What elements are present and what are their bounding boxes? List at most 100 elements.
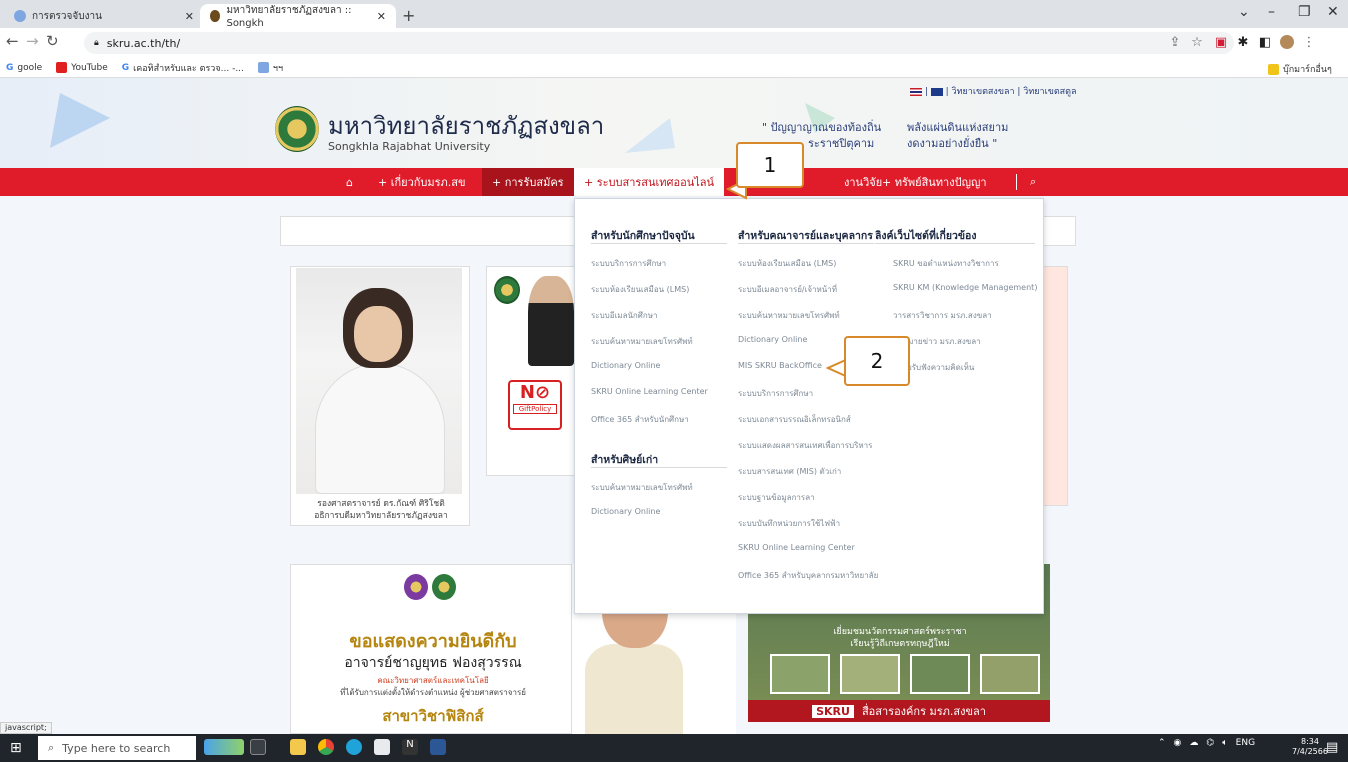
maximize-icon[interactable]: ❐ <box>1298 4 1311 20</box>
browser-tab-active[interactable]: มหาวิทยาลัยราชภัฏสงขลา :: Songkh ✕ <box>200 4 396 29</box>
extensions-puzzle-icon[interactable]: ✱ <box>1234 33 1252 51</box>
dropdown-link[interactable]: ระบบเอกสารบรรณอิเล็กทรอนิกส์ <box>738 413 851 426</box>
nav-home[interactable]: ⌂ <box>336 168 363 196</box>
dropdown-link[interactable]: ระบบอีเมลอาจารย์/เจ้าหน้าที่ <box>738 283 837 296</box>
nav-about[interactable]: + เกี่ยวกับมรภ.สข <box>368 168 476 196</box>
dropdown-link[interactable]: ระบบฐานข้อมูลการลา <box>738 491 815 504</box>
dropdown-link[interactable]: ระบบอีเมลนักศึกษา <box>591 309 657 322</box>
tab-close-icon[interactable]: ✕ <box>185 10 194 23</box>
file-explorer-icon[interactable] <box>290 739 306 755</box>
widget-icon[interactable] <box>204 739 244 755</box>
callout-2: 2 <box>844 336 910 386</box>
dropdown-link[interactable]: SKRU ขอตำแหน่งทางวิชาการ <box>893 257 999 270</box>
chrome-icon[interactable] <box>318 739 334 755</box>
dropdown-link[interactable]: ระบบค้นหาหมายเลขโทรศัพท์ <box>591 335 693 348</box>
dropdown-link[interactable]: ระบบบริการการศึกษา <box>591 257 666 270</box>
home-icon: ⌂ <box>346 175 353 189</box>
browser-tab[interactable]: การตรวจจับงาน ✕ <box>4 4 204 28</box>
dropdown-link[interactable]: ระบบห้องเรียนเสมือน (LMS) <box>738 257 836 270</box>
dropdown-link[interactable]: ระบบค้นหาหมายเลขโทรศัพท์ <box>591 481 693 494</box>
dropdown-link[interactable]: ระบบบันทึกหน่วยการใช้ไฟฟ้า <box>738 517 840 530</box>
dropdown-link[interactable]: วารสารวิชาการ มรภ.สงขลา <box>893 309 992 322</box>
banner-photo-thumb <box>770 654 830 694</box>
volume-icon[interactable]: 🔈︎ <box>1222 738 1227 748</box>
onedrive-icon[interactable]: ☁ <box>1189 738 1198 748</box>
callout-1: 1 <box>736 142 804 188</box>
dropdown-link[interactable]: Dictionary Online <box>591 507 660 516</box>
nav-admission[interactable]: + การรับสมัคร <box>482 168 574 196</box>
share-icon[interactable]: ⇪ <box>1166 33 1184 51</box>
site-favicon-icon <box>257 62 269 73</box>
menu-kebab-icon[interactable]: ⋮ <box>1300 33 1318 51</box>
wifi-icon[interactable]: ⌬ <box>1206 738 1214 748</box>
bookmark-item[interactable]: Ggoole <box>6 63 42 73</box>
column-divider <box>738 243 874 244</box>
banner-agri-footer: SKRU สื่อสารองค์กร มรภ.สงขลา <box>748 700 1050 722</box>
forward-icon[interactable]: → <box>26 32 39 50</box>
word-icon[interactable] <box>430 739 446 755</box>
dropdown-link[interactable]: ระบบแสดงผลสารสนเทศเพื่อการบริหาร <box>738 439 872 452</box>
web-page: | | วิทยาเขตสงขลา | วิทยาเขตสตูล มหาวิทย… <box>0 78 1348 734</box>
sidepanel-icon[interactable]: ◧ <box>1256 33 1274 51</box>
bookmarks-bar: Ggoole YouTube G เคอทิสำหรับและ ตรวจ... -… <box>0 58 1348 78</box>
back-icon[interactable]: ← <box>6 32 19 50</box>
tab-close-icon[interactable]: ✕ <box>377 10 386 23</box>
banner-appointment: ที่ได้รับการแต่งตั้งให้ดำรงตำแหน่ง ผู้ช่… <box>340 688 526 697</box>
status-url: javascript; <box>0 722 52 734</box>
lock-icon: 🔒︎ <box>94 38 99 48</box>
dropdown-link[interactable]: Office 365 สำหรับนักศึกษา <box>591 413 689 426</box>
bookmark-item[interactable]: YouTube <box>56 62 108 73</box>
nav-intellectual-property[interactable]: + ทรัพย์สินทางปัญญา <box>872 168 997 196</box>
notifications-icon[interactable]: ▤ <box>1326 740 1338 755</box>
network-icon[interactable]: ◉ <box>1174 738 1182 748</box>
reload-icon[interactable]: ↻ <box>46 32 59 50</box>
bookmark-item[interactable]: ฯฯ <box>257 61 283 75</box>
dropdown-link[interactable]: ระบบค้นหาหมายเลขโทรศัพท์ <box>738 309 840 322</box>
dropdown-link[interactable]: ระบบสารสนเทศ (MIS) ตัวเก่า <box>738 465 841 478</box>
tab-search-icon[interactable]: ⌄ <box>1238 4 1250 20</box>
dropdown-link[interactable]: SKRU Online Learning Center <box>591 387 708 396</box>
dropdown-link-mis-backoffice[interactable]: MIS SKRU BackOffice <box>738 361 822 370</box>
thai-flag-icon[interactable] <box>910 87 922 96</box>
uk-flag-icon[interactable] <box>930 87 943 96</box>
tab-favicon-icon <box>210 10 221 22</box>
dropdown-link[interactable]: Dictionary Online <box>738 335 807 344</box>
dropdown-link[interactable]: SKRU Online Learning Center <box>738 543 855 552</box>
dropdown-link[interactable]: Dictionary Online <box>591 361 660 370</box>
dropdown-link[interactable]: ระบบบริการการศึกษา <box>738 387 813 400</box>
banner-agri-text: เยี่ยมชมนวัตกรรมศาสตร์พระราชา เรียนรู้วิ… <box>833 627 967 649</box>
taskbar-search[interactable]: ⌕ Type here to search <box>38 736 196 760</box>
slogan-right: พลังแผ่นดินแห่งสยาม งดงามอย่างยั่งยืน " <box>907 121 1009 150</box>
bookmark-star-icon[interactable]: ☆ <box>1188 33 1206 51</box>
address-bar[interactable]: 🔒︎ skru.ac.th/th/ <box>84 32 1234 54</box>
minimize-icon[interactable]: – <box>1268 4 1275 20</box>
dropdown-link[interactable]: Office 365 สำหรับบุคลากรมหาวิทยาลัย <box>738 569 878 582</box>
close-window-icon[interactable]: ✕ <box>1327 4 1339 20</box>
tray-chevron-icon[interactable]: ⌃ <box>1158 738 1166 748</box>
taskbar-clock[interactable]: 8:34 7/4/2566 <box>1292 737 1328 757</box>
windows-start-icon[interactable]: ⊞ <box>10 740 22 756</box>
edge-icon[interactable] <box>346 739 362 755</box>
nav-search[interactable]: ⌕ <box>1020 168 1046 196</box>
new-tab-icon[interactable]: + <box>402 6 415 25</box>
other-bookmarks-folder[interactable]: บุ๊กมาร์กอื่นๆ <box>1268 62 1332 76</box>
google-icon: G <box>6 62 14 73</box>
extension-icon[interactable]: ▣ <box>1212 33 1230 51</box>
faculty-logo-icon <box>404 574 428 600</box>
input-language[interactable]: ENG <box>1236 738 1255 748</box>
dropdown-link[interactable]: ระบบห้องเรียนเสมือน (LMS) <box>591 283 689 296</box>
profile-avatar[interactable] <box>1278 33 1296 51</box>
nav-online-info-systems[interactable]: + ระบบสารสนเทศออนไลน์ <box>574 168 725 196</box>
banner-major: สาขาวิชาฟิสิกส์ <box>382 707 484 725</box>
task-view-icon[interactable] <box>250 739 266 755</box>
dropdown-link[interactable]: SKRU KM (Knowledge Management) <box>893 283 1037 292</box>
notion-icon[interactable]: N <box>402 739 418 755</box>
language-links[interactable]: | | วิทยาเขตสงขลา | วิทยาเขตสตูล <box>910 84 1077 98</box>
bookmark-item[interactable]: G เคอทิสำหรับและ ตรวจ... -... <box>122 61 244 75</box>
university-logo[interactable] <box>275 106 319 152</box>
mail-icon[interactable] <box>374 739 390 755</box>
decor-triangle-icon <box>625 118 675 153</box>
banner-photo-thumb <box>840 654 900 694</box>
system-tray: ⌃ ◉ ☁ ⌬ 🔈︎ ENG <box>1158 738 1255 748</box>
university-name-en[interactable]: Songkhla Rajabhat University <box>328 140 490 153</box>
